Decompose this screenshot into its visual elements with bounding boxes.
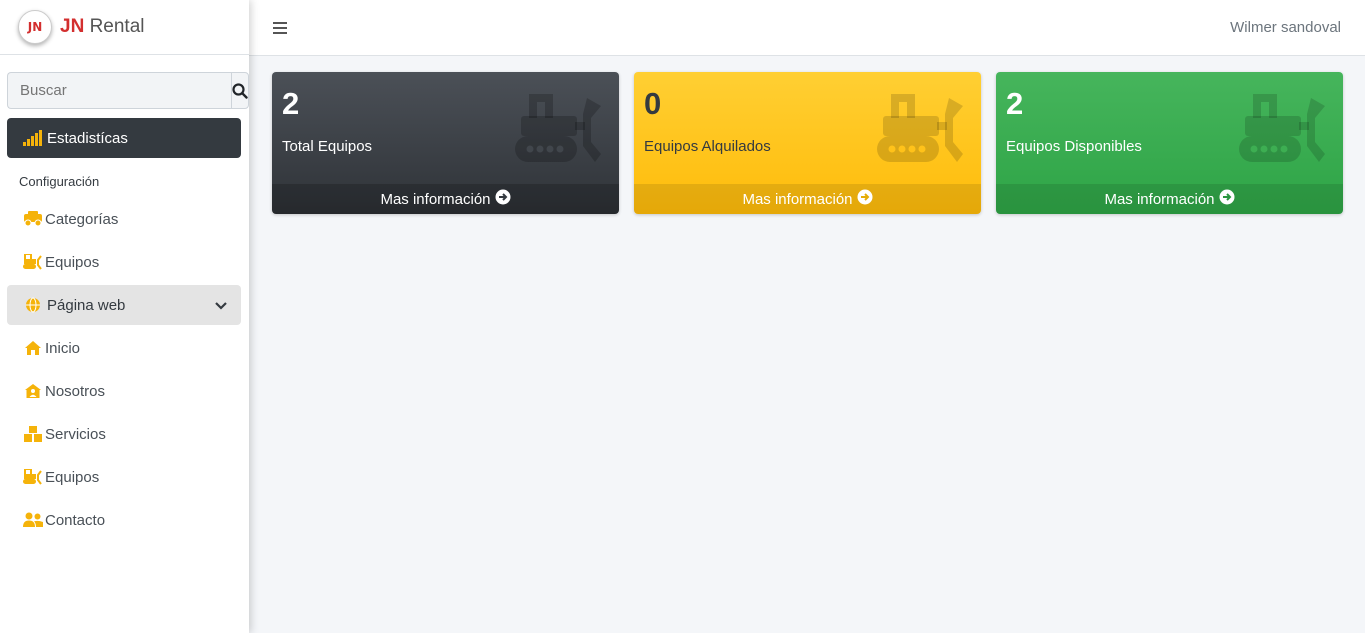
arrow-circle-right-icon xyxy=(1219,189,1235,209)
sidebar-item-label: Nosotros xyxy=(45,382,106,400)
sidebar-nav: Estadistícas Configuración Categorías Eq… xyxy=(0,118,249,540)
card-more-info-link[interactable]: Mas información xyxy=(272,184,619,214)
bulldozer-icon xyxy=(23,468,43,486)
sidebar: JN JN Rental E xyxy=(0,0,249,633)
sidebar-item-label: Estadistícas xyxy=(47,129,128,147)
sidebar-item-label: Inicio xyxy=(45,339,81,357)
house-user-icon xyxy=(23,382,43,400)
boxes-icon xyxy=(23,425,43,443)
brand-logo: JN xyxy=(18,10,52,44)
sidebar-item-nosotros[interactable]: Nosotros xyxy=(7,371,241,411)
card-number: 0 xyxy=(644,86,662,121)
bulldozer-icon xyxy=(877,92,965,169)
brand-name-bold: JN xyxy=(60,16,85,37)
sidebar-item-label: Servicios xyxy=(45,425,106,443)
card-total-equipos: 2 Total Equipos Mas información xyxy=(272,72,619,214)
sidebar-item-label: Equipos xyxy=(45,468,100,486)
user-menu[interactable]: Wilmer sandoval xyxy=(1230,19,1341,36)
card-equipos-alquilados: 0 Equipos Alquilados Mas información xyxy=(634,72,981,214)
vehicles-icon xyxy=(23,210,43,228)
sidebar-item-pagina-web[interactable]: Página web xyxy=(7,285,241,325)
card-label: Equipos Disponibles xyxy=(1006,138,1142,155)
card-footer-label: Mas información xyxy=(1104,190,1215,208)
search-icon xyxy=(232,82,248,99)
sidebar-item-contacto[interactable]: Contacto xyxy=(7,500,241,540)
sidebar-item-categorias[interactable]: Categorías xyxy=(7,199,241,239)
bulldozer-icon xyxy=(23,253,43,271)
card-number: 2 xyxy=(282,86,300,121)
arrow-circle-right-icon xyxy=(495,189,511,209)
sidebar-item-equipos[interactable]: Equipos xyxy=(7,242,241,282)
card-equipos-disponibles: 2 Equipos Disponibles Mas información xyxy=(996,72,1343,214)
bulldozer-icon xyxy=(1239,92,1327,169)
card-footer-label: Mas información xyxy=(742,190,853,208)
sidebar-header-configuracion: Configuración xyxy=(19,174,100,189)
arrow-circle-right-icon xyxy=(857,189,873,209)
sidebar-item-label: Página web xyxy=(47,296,126,314)
users-icon xyxy=(23,511,43,529)
top-navbar: Wilmer sandoval xyxy=(249,0,1365,56)
dashboard-cards: 2 Total Equipos Mas información 0 Equipo… xyxy=(272,72,1343,214)
bulldozer-icon xyxy=(515,92,603,169)
search-input[interactable] xyxy=(7,72,231,109)
menu-toggle-icon[interactable] xyxy=(273,21,287,34)
sidebar-item-estadisticas[interactable]: Estadistícas xyxy=(7,118,241,158)
sidebar-item-label: Contacto xyxy=(45,511,106,529)
sidebar-item-label: Categorías xyxy=(45,210,119,228)
globe-icon xyxy=(23,296,43,314)
signal-bars-icon xyxy=(23,129,43,147)
brand-logo-text: JN xyxy=(27,20,43,34)
sidebar-search xyxy=(7,72,249,109)
card-more-info-link[interactable]: Mas información xyxy=(634,184,981,214)
card-label: Total Equipos xyxy=(282,138,373,155)
sidebar-item-inicio[interactable]: Inicio xyxy=(7,328,241,368)
brand-name-rest: Rental xyxy=(89,16,145,37)
card-number: 2 xyxy=(1006,86,1024,121)
home-icon xyxy=(23,339,43,357)
search-button[interactable] xyxy=(231,72,249,109)
card-more-info-link[interactable]: Mas información xyxy=(996,184,1343,214)
brand-link[interactable]: JN JN Rental xyxy=(0,0,249,55)
card-label: Equipos Alquilados xyxy=(644,138,771,155)
sidebar-item-equipos-web[interactable]: Equipos xyxy=(7,457,241,497)
brand-name: JN Rental xyxy=(60,16,145,38)
sidebar-item-servicios[interactable]: Servicios xyxy=(7,414,241,454)
sidebar-item-label: Equipos xyxy=(45,253,100,271)
card-footer-label: Mas información xyxy=(380,190,491,208)
chevron-down-icon xyxy=(215,297,227,314)
